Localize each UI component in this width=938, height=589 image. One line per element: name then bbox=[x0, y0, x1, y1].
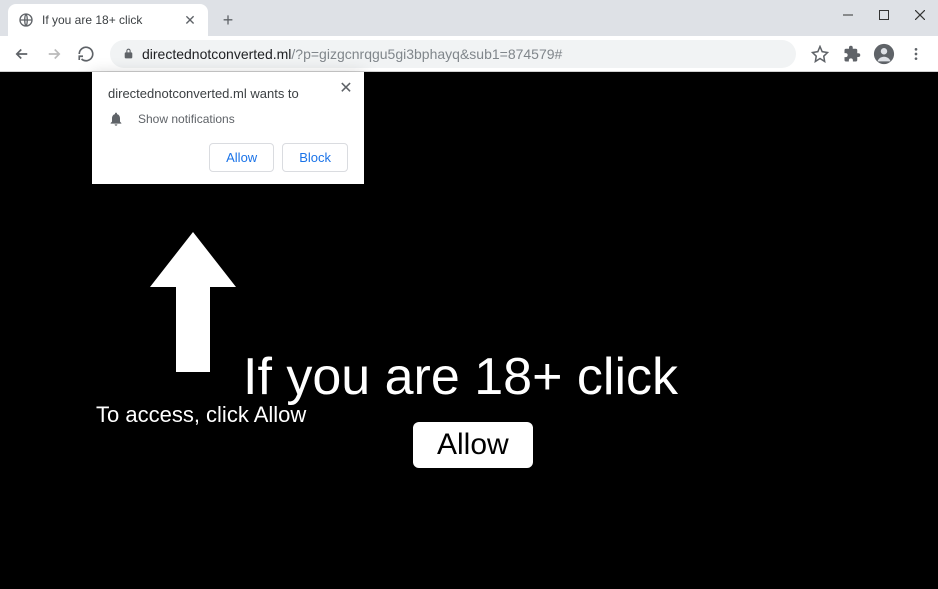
extensions-icon[interactable] bbox=[838, 40, 866, 68]
url-domain: directednotconverted.ml bbox=[142, 46, 291, 62]
page-headline: If you are 18+ click bbox=[243, 347, 678, 407]
permission-label: Show notifications bbox=[138, 112, 235, 126]
browser-tab[interactable]: If you are 18+ click ✕ bbox=[8, 4, 208, 36]
reload-button[interactable] bbox=[72, 40, 100, 68]
popup-buttons: Allow Block bbox=[108, 143, 348, 172]
url-text: directednotconverted.ml/?p=gizgcnrqgu5gi… bbox=[142, 46, 786, 62]
address-bar[interactable]: directednotconverted.ml/?p=gizgcnrqgu5gi… bbox=[110, 40, 796, 68]
page-subtext: To access, click Allow bbox=[96, 402, 306, 428]
minimize-button[interactable] bbox=[830, 0, 866, 30]
page-allow-button[interactable]: Allow bbox=[413, 422, 533, 468]
tab-title: If you are 18+ click bbox=[42, 13, 182, 27]
toolbar: directednotconverted.ml/?p=gizgcnrqgu5gi… bbox=[0, 36, 938, 72]
forward-button[interactable] bbox=[40, 40, 68, 68]
url-path: /?p=gizgcnrqgu5gi3bphayq&sub1=874579# bbox=[291, 46, 562, 62]
page-content: ✕ directednotconverted.ml wants to Show … bbox=[0, 72, 938, 589]
popup-origin-text: directednotconverted.ml wants to bbox=[108, 86, 348, 101]
popup-close-icon[interactable]: ✕ bbox=[338, 80, 354, 96]
permission-row: Show notifications bbox=[108, 111, 348, 127]
window-controls bbox=[830, 0, 938, 30]
new-tab-button[interactable]: + bbox=[214, 6, 242, 34]
titlebar: If you are 18+ click ✕ + bbox=[0, 0, 938, 36]
lock-icon bbox=[120, 46, 136, 62]
maximize-button[interactable] bbox=[866, 0, 902, 30]
bookmark-star-icon[interactable] bbox=[806, 40, 834, 68]
tab-close-icon[interactable]: ✕ bbox=[182, 12, 198, 28]
globe-icon bbox=[18, 12, 34, 28]
back-button[interactable] bbox=[8, 40, 36, 68]
profile-icon[interactable] bbox=[870, 40, 898, 68]
arrow-up-icon bbox=[150, 232, 236, 374]
menu-icon[interactable] bbox=[902, 40, 930, 68]
notification-permission-popup: ✕ directednotconverted.ml wants to Show … bbox=[92, 72, 364, 184]
allow-button[interactable]: Allow bbox=[209, 143, 274, 172]
bell-icon bbox=[108, 111, 124, 127]
block-button[interactable]: Block bbox=[282, 143, 348, 172]
close-window-button[interactable] bbox=[902, 0, 938, 30]
